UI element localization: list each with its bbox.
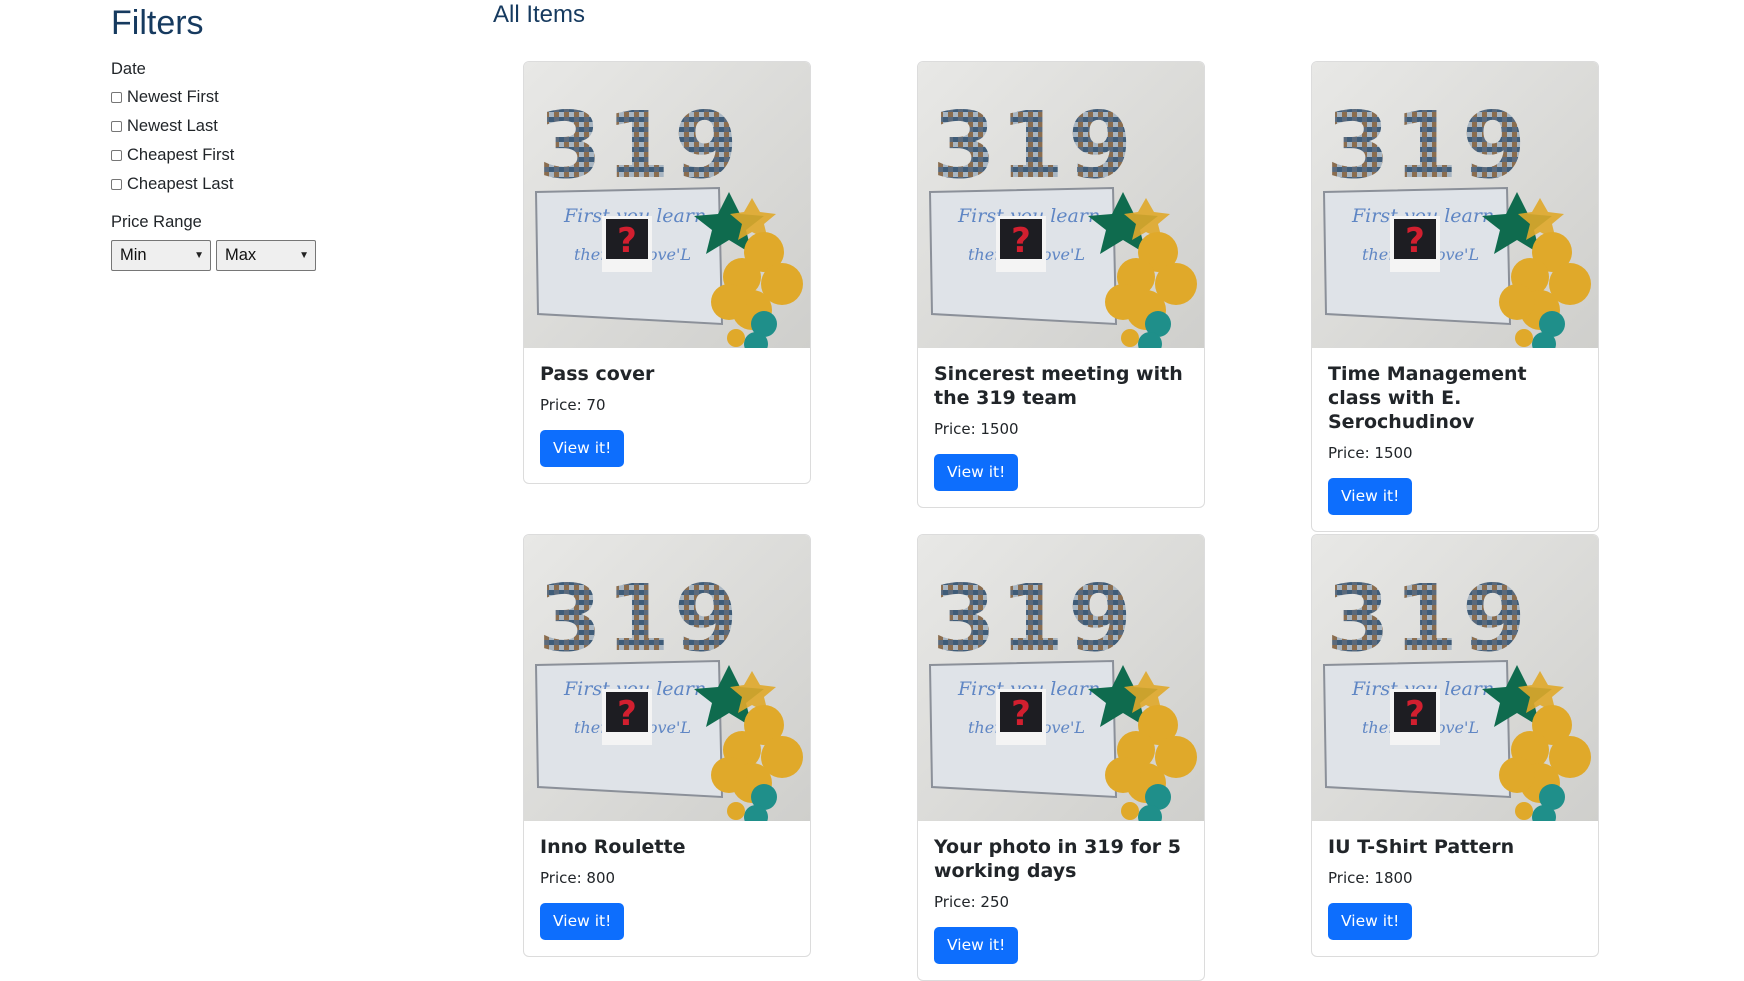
view-item-button[interactable]: View it! xyxy=(540,903,625,940)
item-card: 319 First you learn then remove'L ? Sinc… xyxy=(917,61,1205,508)
max-price-value: Max xyxy=(225,246,257,264)
filters-title: Filters xyxy=(111,4,204,42)
item-price: Price: 1800 xyxy=(1328,869,1413,887)
svg-text:?: ? xyxy=(1011,221,1031,261)
item-title: Inno Roulette xyxy=(540,836,686,858)
cheapest-first-checkbox[interactable] xyxy=(111,150,122,161)
cheapest-last-checkbox[interactable] xyxy=(111,179,122,190)
item-price: Price: 1500 xyxy=(1328,444,1413,462)
view-item-button[interactable]: View it! xyxy=(540,430,625,467)
item-image: 319 First you learn then remove'L ? xyxy=(1312,62,1598,348)
collage-number: 319 xyxy=(932,565,1136,672)
collage-number: 319 xyxy=(1326,92,1530,199)
newest-last-option[interactable]: Newest Last xyxy=(111,112,431,141)
cheapest-first-option[interactable]: Cheapest First xyxy=(111,141,431,170)
collage-number: 319 xyxy=(1326,565,1530,672)
cheapest-last-option[interactable]: Cheapest Last xyxy=(111,170,431,199)
collage-number: 319 xyxy=(932,92,1136,199)
newest-first-label: Newest First xyxy=(127,88,219,106)
view-item-button[interactable]: View it! xyxy=(934,927,1019,964)
date-options: Newest First Newest Last Cheapest First … xyxy=(111,83,431,199)
price-range-label: Price Range xyxy=(111,213,202,231)
svg-text:?: ? xyxy=(617,221,637,261)
item-title: Pass cover xyxy=(540,363,655,385)
item-card-body: Pass cover Price: 70 View it! xyxy=(524,348,810,483)
all-items-title: All Items xyxy=(493,1,586,28)
item-card-body: Inno Roulette Price: 800 View it! xyxy=(524,821,810,956)
page: Filters Date Newest First Newest Last Ch… xyxy=(0,0,1744,981)
svg-text:?: ? xyxy=(1405,694,1425,734)
item-card-body: Sincerest meeting with the 319 team Pric… xyxy=(918,348,1204,507)
chevron-down-icon: ▼ xyxy=(299,250,309,261)
item-image: 319 First you learn then remove'L ? xyxy=(918,62,1204,348)
item-price: Price: 70 xyxy=(540,396,606,414)
view-item-button[interactable]: View it! xyxy=(1328,478,1413,515)
item-card-body: Your photo in 319 for 5 working days Pri… xyxy=(918,821,1204,980)
item-image: 319 First you learn then remove'L ? xyxy=(524,62,810,348)
newest-first-option[interactable]: Newest First xyxy=(111,83,431,112)
item-price: Price: 1500 xyxy=(934,420,1019,438)
item-card: 319 First you learn then remove'L ? Pass… xyxy=(523,61,811,484)
item-title: IU T-Shirt Pattern xyxy=(1328,836,1515,858)
item-price: Price: 800 xyxy=(540,869,616,887)
item-image: 319 First you learn then remove'L ? xyxy=(524,535,810,821)
price-range-selects: Min ▼ Max ▼ xyxy=(111,240,431,271)
item-card: 319 First you learn then remove'L ? Your… xyxy=(917,534,1205,981)
item-image: 319 First you learn then remove'L ? xyxy=(918,535,1204,821)
collage-number: 319 xyxy=(538,565,742,672)
min-price-value: Min xyxy=(120,246,147,264)
cheapest-last-label: Cheapest Last xyxy=(127,175,234,193)
item-title: Time Management class with E. Serochudin… xyxy=(1328,363,1527,433)
newest-last-checkbox[interactable] xyxy=(111,121,122,132)
item-card-body: Time Management class with E. Serochudin… xyxy=(1312,348,1598,531)
chevron-down-icon: ▼ xyxy=(194,250,204,261)
svg-text:?: ? xyxy=(617,694,637,734)
view-item-button[interactable]: View it! xyxy=(1328,903,1413,940)
cheapest-first-label: Cheapest First xyxy=(127,146,235,164)
item-title: Sincerest meeting with the 319 team xyxy=(934,363,1183,409)
max-price-select[interactable]: Max ▼ xyxy=(216,240,316,271)
min-price-select[interactable]: Min ▼ xyxy=(111,240,211,271)
view-item-button[interactable]: View it! xyxy=(934,454,1019,491)
date-label: Date xyxy=(111,60,146,78)
item-card: 319 First you learn then remove'L ? IU T… xyxy=(1311,534,1599,957)
item-card: 319 First you learn then remove'L ? Time… xyxy=(1311,61,1599,532)
newest-last-label: Newest Last xyxy=(127,117,218,135)
filters-sidebar: Filters Date Newest First Newest Last Ch… xyxy=(111,0,431,271)
svg-text:?: ? xyxy=(1405,221,1425,261)
item-price: Price: 250 xyxy=(934,893,1010,911)
svg-text:?: ? xyxy=(1011,694,1031,734)
item-card: 319 First you learn then remove'L ? Inno… xyxy=(523,534,811,957)
collage-number: 319 xyxy=(538,92,742,199)
newest-first-checkbox[interactable] xyxy=(111,92,122,103)
item-image: 319 First you learn then remove'L ? xyxy=(1312,535,1598,821)
item-title: Your photo in 319 for 5 working days xyxy=(934,836,1181,882)
item-card-body: IU T-Shirt Pattern Price: 1800 View it! xyxy=(1312,821,1598,956)
